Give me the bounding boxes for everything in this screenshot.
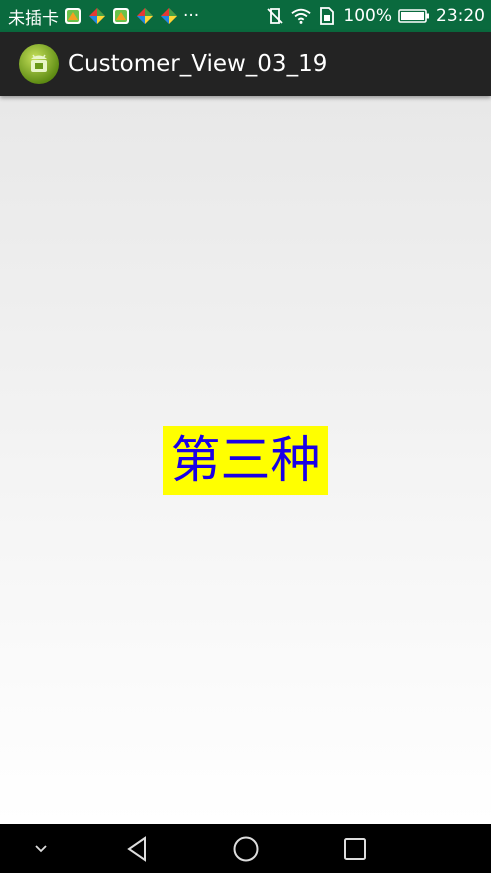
hide-nav-icon[interactable] [20, 824, 62, 873]
navigation-bar [0, 824, 491, 873]
app-notification-icon [63, 6, 83, 26]
status-bar: 未插卡 ··· 100% 23:20 [0, 0, 491, 32]
vibrate-off-icon [265, 6, 285, 26]
custom-view-text: 第三种 [163, 426, 328, 495]
clock: 23:20 [436, 6, 485, 26]
back-icon[interactable] [116, 824, 158, 873]
android-app-icon[interactable] [18, 43, 60, 85]
app-notification-icon [111, 6, 131, 26]
colorful-app-icon [159, 6, 179, 26]
action-bar: Customer_View_03_19 [0, 32, 491, 96]
sim-data-icon [317, 6, 337, 26]
carrier-label: 未插卡 [8, 8, 59, 29]
recents-icon[interactable] [334, 824, 376, 873]
battery-icon [398, 6, 430, 26]
content-area: 第三种 [0, 96, 491, 824]
status-right: 100% 23:20 [265, 6, 485, 26]
wifi-icon [291, 6, 312, 26]
home-icon[interactable] [225, 824, 267, 873]
overflow-indicator: ··· [183, 6, 200, 26]
colorful-app-icon [87, 6, 107, 26]
battery-percent: 100% [343, 6, 392, 26]
colorful-app-icon [135, 6, 155, 26]
status-left: 未插卡 ··· [8, 4, 265, 29]
app-title: Customer_View_03_19 [68, 51, 328, 77]
